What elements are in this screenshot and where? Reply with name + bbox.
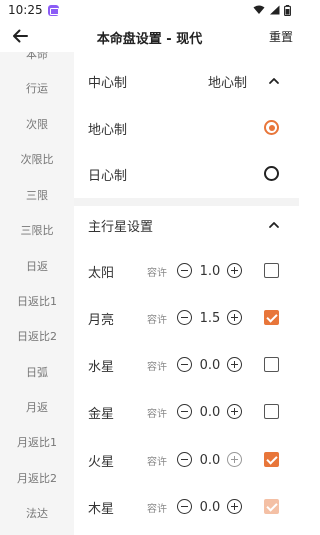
increase-tolerance-button[interactable] [227,404,242,419]
sidebar-item-transit[interactable]: 行运 [0,79,74,99]
sidebar-item-secondary-progression-compare[interactable]: 次限比 [0,150,74,170]
sidebar-item-firdaria[interactable]: 法达 [0,504,74,524]
notification-app-icon [47,4,59,16]
sidebar-item-secondary-progression[interactable]: 次限 [0,115,74,135]
decrease-tolerance-button[interactable] [177,310,192,325]
sidebar-item-natal[interactable]: 本命 [0,52,74,65]
decrease-tolerance-button[interactable] [177,263,192,278]
tolerance-value: 0.0 [199,499,221,515]
center-system-value: 地心制 [207,75,247,91]
planet-name: 木星 [88,501,115,517]
planet-row-jupiter: 木星 容许 0.0 [74,494,299,520]
app-bar: 本命盘设置 - 现代 重置 [0,20,299,52]
option-heliocentric[interactable]: 日心制 [74,160,299,188]
planet-row-sun: 太阳 容许 1.0 [74,258,299,284]
tolerance-label: 容许 [147,408,167,420]
section-divider [74,198,299,206]
planet-checkbox[interactable] [264,404,279,419]
tolerance-value: 0.0 [199,404,221,420]
decrease-tolerance-button[interactable] [177,499,192,514]
planet-checkbox[interactable] [264,310,279,325]
planet-name: 月亮 [88,312,115,328]
back-button[interactable] [10,26,30,46]
sidebar-item-tertiary-progression[interactable]: 三限 [0,186,74,206]
planet-checkbox[interactable] [264,499,279,514]
center-system-title: 中心制 [88,75,128,91]
chart-type-sidebar: 本命 行运 次限 次限比 三限 三限比 日返 日返比1 日返比2 日弧 月返 月… [0,52,74,535]
increase-tolerance-button[interactable] [227,452,242,467]
planet-name: 水星 [88,359,115,375]
decrease-tolerance-button[interactable] [177,357,192,372]
sidebar-item-solar-return-compare-1[interactable]: 日返比1 [0,292,74,312]
settings-panel: 中心制 地心制 地心制 日心制 主行星设置 太阳 容许 1.0 月亮 容许 1.… [74,52,299,535]
planet-row-mars: 火星 容许 0.0 [74,447,299,473]
sidebar-item-tertiary-progression-compare[interactable]: 三限比 [0,221,74,241]
tolerance-value: 1.0 [199,263,221,279]
reset-button[interactable]: 重置 [269,28,293,45]
battery-icon [284,4,291,16]
decrease-tolerance-button[interactable] [177,452,192,467]
planet-name: 金星 [88,406,115,422]
tolerance-label: 容许 [147,503,167,515]
main-planets-header[interactable]: 主行星设置 [74,210,299,240]
status-time: 10:25 [8,3,43,17]
signal-icon [270,5,280,15]
planet-name: 火星 [88,454,115,470]
sidebar-item-solar-return-compare-2[interactable]: 日返比2 [0,327,74,347]
decrease-tolerance-button[interactable] [177,404,192,419]
planet-checkbox[interactable] [264,357,279,372]
sidebar-item-solar-arc[interactable]: 日弧 [0,363,74,383]
tolerance-value: 0.0 [199,452,221,468]
sidebar-item-lunar-return-compare-2[interactable]: 月返比2 [0,469,74,489]
arrow-left-icon [13,29,28,43]
status-bar: 10:25 [0,0,299,20]
chevron-up-icon[interactable] [267,74,281,88]
planet-row-mercury: 水星 容许 0.0 [74,352,299,378]
status-icons [253,4,291,16]
sidebar-item-lunar-return-compare-1[interactable]: 月返比1 [0,433,74,453]
increase-tolerance-button[interactable] [227,357,242,372]
planet-row-venus: 金星 容许 0.0 [74,399,299,425]
increase-tolerance-button[interactable] [227,310,242,325]
increase-tolerance-button[interactable] [227,263,242,278]
planet-checkbox[interactable] [264,263,279,278]
tolerance-label: 容许 [147,456,167,468]
radio-geocentric[interactable] [264,120,279,135]
chevron-up-icon[interactable] [267,218,281,232]
option-geocentric[interactable]: 地心制 [74,114,299,142]
sidebar-item-solar-return[interactable]: 日返 [0,257,74,277]
wifi-icon [253,5,265,14]
tolerance-label: 容许 [147,267,167,279]
tolerance-value: 1.5 [199,310,221,326]
option-heliocentric-label: 日心制 [88,168,128,184]
sidebar-item-lunar-return[interactable]: 月返 [0,398,74,418]
radio-heliocentric[interactable] [264,166,279,181]
planet-row-moon: 月亮 容许 1.5 [74,305,299,331]
tolerance-label: 容许 [147,361,167,373]
center-system-header[interactable]: 中心制 地心制 [74,66,299,96]
page-title: 本命盘设置 - 现代 [96,32,203,47]
increase-tolerance-button[interactable] [227,499,242,514]
tolerance-value: 0.0 [199,357,221,373]
option-geocentric-label: 地心制 [88,122,128,138]
planet-checkbox[interactable] [264,452,279,467]
planet-name: 太阳 [88,265,115,281]
tolerance-label: 容许 [147,314,167,326]
main-planets-title: 主行星设置 [88,219,154,235]
